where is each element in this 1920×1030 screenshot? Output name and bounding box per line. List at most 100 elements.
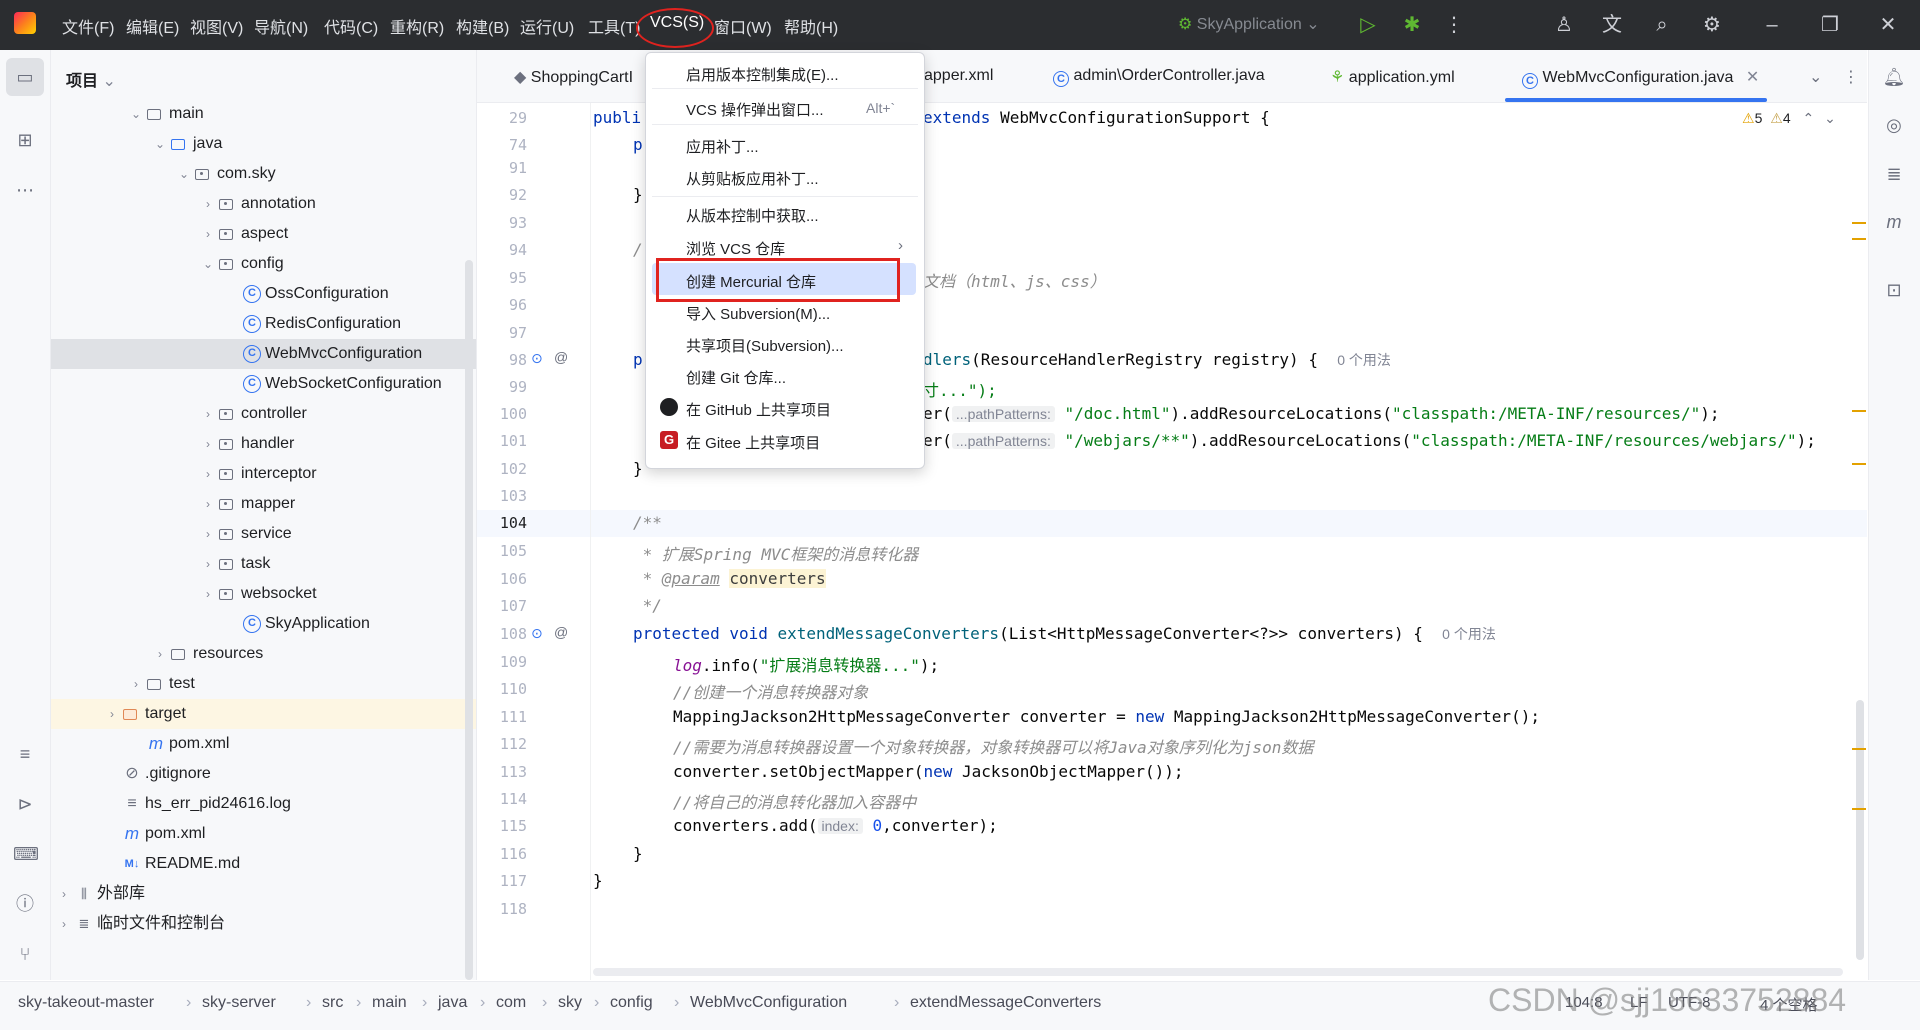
inspection-widget[interactable]: ⚠5 ⚠4 ⌃ ⌄ xyxy=(1742,110,1836,127)
override-gutter-icon[interactable]: ⊙ xyxy=(531,625,543,642)
maven-icon[interactable]: m xyxy=(1882,210,1906,234)
line-number[interactable]: 111 xyxy=(477,708,527,726)
tree-item[interactable]: › aspect xyxy=(51,219,476,249)
database-icon[interactable]: ≡ xyxy=(13,742,37,766)
menu-item-browse-vcs[interactable]: 浏览 VCS 仓库 xyxy=(686,238,785,259)
tree-item[interactable]: ≡ hs_err_pid24616.log xyxy=(51,789,476,819)
code-line-116[interactable]: } xyxy=(633,844,643,863)
line-number[interactable]: 92 xyxy=(477,186,527,204)
menu-item-vcs-popup[interactable]: VCS 操作弹出窗口... xyxy=(686,99,824,120)
annotation-gutter-icon[interactable]: @ xyxy=(554,349,568,365)
line-number[interactable]: 91 xyxy=(477,159,527,177)
line-number[interactable]: 103 xyxy=(477,487,527,505)
menu-1[interactable]: 编辑(E) xyxy=(126,14,179,38)
tree-item[interactable]: ⊘ .gitignore xyxy=(51,759,476,789)
more-actions-icon[interactable]: ⋮ xyxy=(1442,13,1466,37)
menu-item-apply-patch-clipboard[interactable]: 从剪贴板应用补丁... xyxy=(686,168,819,189)
notifications-bell-icon[interactable]: 🔔︎ xyxy=(1882,65,1906,89)
menu-8[interactable]: 工具(T) xyxy=(588,14,640,38)
breadcrumb-item[interactable]: WebMvcConfiguration xyxy=(690,994,847,1012)
annotation-gutter-icon[interactable]: @ xyxy=(554,624,568,640)
code-line-110[interactable]: //创建一个消息转换器对象 xyxy=(673,679,868,703)
code-line-105[interactable]: * 扩展Spring MVC框架的消息转化器 xyxy=(633,541,919,565)
line-number[interactable]: 93 xyxy=(477,214,527,232)
chevron-down-icon[interactable]: ⌄ xyxy=(177,159,191,189)
breadcrumb-item[interactable]: config xyxy=(610,994,653,1012)
code-line-113[interactable]: converter.setObjectMapper(new JacksonObj… xyxy=(673,762,1184,781)
maximize-icon[interactable]: ❐ xyxy=(1818,13,1842,37)
line-number[interactable]: 115 xyxy=(477,817,527,835)
code-line-98[interactable]: p xyxy=(633,350,643,369)
chevron-right-icon[interactable]: › xyxy=(201,549,215,579)
tree-item[interactable]: › target xyxy=(51,699,476,729)
tree-item[interactable]: › interceptor xyxy=(51,459,476,489)
git-icon[interactable]: ⑂ xyxy=(13,942,37,966)
breadcrumb-item[interactable]: java xyxy=(438,994,467,1012)
line-number[interactable]: 109 xyxy=(477,653,527,671)
tree-item[interactable]: › annotation xyxy=(51,189,476,219)
tree-scrollbar[interactable] xyxy=(465,260,473,980)
line-number[interactable]: 96 xyxy=(477,296,527,314)
code-line-74[interactable]: p xyxy=(633,135,643,154)
code-line-29[interactable]: publi xyxy=(593,108,641,127)
chevron-down-icon[interactable]: ⌄ xyxy=(153,129,167,159)
ai-assistant-icon[interactable]: ◎ xyxy=(1882,113,1906,137)
code-line-108[interactable]: protected void extendMessageConverters(L… xyxy=(633,624,1496,644)
menu-item-get-from-vcs[interactable]: 从版本控制中获取... xyxy=(686,205,819,226)
chevron-right-icon[interactable]: › xyxy=(105,699,119,729)
settings-gear-icon[interactable]: ⚙ xyxy=(1700,13,1724,37)
line-number[interactable]: 97 xyxy=(477,324,527,342)
chevron-right-icon[interactable]: › xyxy=(153,639,167,669)
chevron-right-icon[interactable]: › xyxy=(201,459,215,489)
menu-item-apply-patch[interactable]: 应用补丁... xyxy=(686,136,759,157)
chevron-right-icon[interactable]: › xyxy=(57,879,71,909)
app-logo-icon[interactable] xyxy=(14,12,36,34)
code-line-112[interactable]: //需要为消息转换器设置一个对象转换器，对象转换器可以将Java对象序列化为js… xyxy=(673,734,1313,758)
tree-item[interactable]: ⌄ config xyxy=(51,249,476,279)
tree-item[interactable]: m pom.xml xyxy=(51,819,476,849)
editor-vertical-scrollbar[interactable] xyxy=(1856,700,1864,960)
line-number[interactable]: 101 xyxy=(477,432,527,450)
editor-horizontal-scrollbar[interactable] xyxy=(593,968,1843,976)
line-number[interactable]: 114 xyxy=(477,790,527,808)
menu-item-share-gitee[interactable]: 在 Gitee 上共享项目 xyxy=(686,432,820,453)
usages-hint[interactable]: 0 个用法 xyxy=(1337,352,1391,368)
override-gutter-icon[interactable]: ⊙ xyxy=(531,350,543,367)
chevron-down-icon[interactable]: ⌄ xyxy=(201,249,215,279)
chevron-right-icon[interactable]: › xyxy=(201,219,215,249)
line-number[interactable]: 112 xyxy=(477,735,527,753)
tab-more-icon[interactable]: ⋮ xyxy=(1843,67,1859,87)
tree-item[interactable]: › test xyxy=(51,669,476,699)
line-number[interactable]: 105 xyxy=(477,542,527,560)
breadcrumb-item[interactable]: sky-takeout-master xyxy=(18,994,154,1012)
search-icon[interactable]: ⌕ xyxy=(1650,13,1674,37)
line-number[interactable]: 95 xyxy=(477,269,527,287)
tree-item[interactable]: C SkyApplication xyxy=(51,609,476,639)
tree-item[interactable]: C WebSocketConfiguration xyxy=(51,369,476,399)
line-number[interactable]: 102 xyxy=(477,460,527,478)
problems-icon[interactable]: ⓘ xyxy=(13,892,37,916)
code-line-117[interactable]: } xyxy=(593,871,603,890)
endpoints-icon[interactable]: ⊡ xyxy=(1882,278,1906,302)
chevron-right-icon[interactable]: › xyxy=(201,489,215,519)
line-number[interactable]: 74 xyxy=(477,136,527,154)
breadcrumb-item[interactable]: sky-server xyxy=(202,994,276,1012)
chevron-down-icon[interactable]: ⌄ xyxy=(1824,110,1836,126)
line-number[interactable]: 107 xyxy=(477,597,527,615)
tree-item[interactable]: C RedisConfiguration xyxy=(51,309,476,339)
line-number[interactable]: 104 xyxy=(477,514,527,532)
chevron-down-icon[interactable]: ⌄ xyxy=(129,99,143,129)
tab-webmvc-configuration[interactable]: C WebMvcConfiguration.java ✕ xyxy=(1522,67,1759,89)
chevron-right-icon[interactable]: › xyxy=(201,189,215,219)
tab-shopping-cart[interactable]: ◆ ShoppingCartI xyxy=(514,67,633,87)
tab-mapper-xml[interactable]: apper.xml xyxy=(924,67,993,85)
tree-item[interactable]: C WebMvcConfiguration xyxy=(51,339,476,369)
menu-item-create-git[interactable]: 创建 Git 仓库... xyxy=(686,367,786,388)
tree-item[interactable]: › controller xyxy=(51,399,476,429)
structure-icon[interactable]: ⊞ xyxy=(13,128,37,152)
breadcrumb-item[interactable]: main xyxy=(372,994,407,1012)
chevron-up-icon[interactable]: ⌃ xyxy=(1803,110,1815,126)
project-panel-title[interactable]: 项目 ⌄ xyxy=(66,67,116,91)
line-number[interactable]: 98 xyxy=(477,351,527,369)
terminal-icon[interactable]: ⌨ xyxy=(13,842,39,866)
